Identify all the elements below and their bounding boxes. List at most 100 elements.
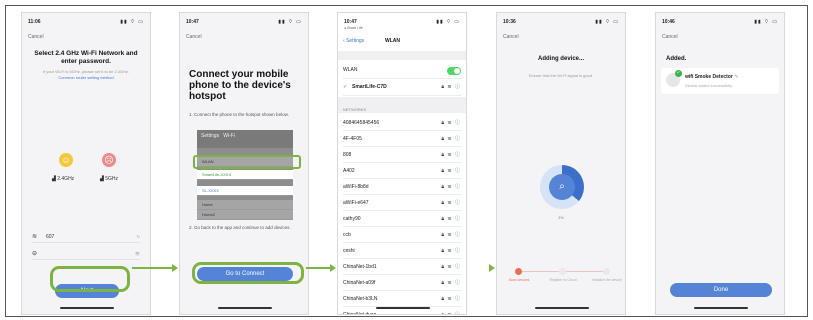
networks-header: NETWORKS (343, 107, 367, 112)
network-ssid: A402 (343, 168, 355, 174)
signal-wifi-battery-icon: ▮▮ ⌔ ▭ (754, 19, 778, 25)
phone-screen-added: 10:46 ▮▮ ⌔ ▭ Cancel Added. ✓ wifi Smoke D… (655, 12, 785, 315)
arrow-right-icon (132, 264, 178, 272)
cancel-button[interactable]: Cancel (28, 34, 44, 40)
network-row[interactable]: 4084645845456 🔒︎ ≋ ⓘ (343, 115, 461, 131)
group-spacer (338, 51, 466, 60)
network-row[interactable]: ChinaNet-a09f 🔒︎ ≋ ⓘ (343, 275, 461, 291)
shot-ssid-row: SmartLife-XXXX (197, 170, 293, 180)
password-field[interactable]: ⊖ 👁 (32, 248, 140, 260)
wlan-toggle[interactable] (447, 67, 461, 75)
band-ok-label: ▟ 2.4GHz (52, 176, 75, 182)
page-title: Adding device... (537, 56, 584, 62)
signal-wifi-battery-icon: ▮▮ ⌔ ▭ (595, 19, 619, 25)
lock-wifi-info-icon[interactable]: 🔒︎ ≋ ⓘ (441, 291, 461, 307)
lock-icon: ⊖ (32, 251, 38, 257)
home-indicator (694, 307, 748, 309)
check-circle-icon: ✓ (675, 70, 682, 77)
step-dot (559, 268, 566, 275)
edit-pencil-icon[interactable]: ✎ (734, 74, 738, 80)
network-row[interactable]: ccb 🔒︎ ≋ ⓘ (343, 227, 461, 243)
shot-header: Settings Wi-Fi (197, 130, 293, 148)
phone-screen-adding: 10:36 ▮▮ ⌔ ▭ Cancel Adding device... Ensu… (496, 12, 626, 315)
network-ssid: 4084645845456 (343, 120, 380, 126)
phone-screen-wlan-settings: 10:47 ▮▮ ⌔ ▭ ◂ Smart Life ‹ Settings WLAN … (337, 12, 467, 315)
network-ssid: ChinaNet-dyan (343, 312, 377, 315)
signal-wifi-battery-icon: ▮▮ ⌔ ▭ (278, 19, 302, 25)
page-subtitle: Ensure that the Wi-Fi signal is good. (528, 73, 594, 78)
network-row[interactable]: ceshi 🔒︎ ≋ ⓘ (343, 243, 461, 259)
network-ssid: cathy90 (343, 216, 361, 222)
done-button[interactable]: Done (670, 283, 772, 297)
subtitle-text: If your Wi-Fi is 5GHz, please set it to … (42, 69, 130, 74)
spacer (469, 264, 495, 272)
home-indicator (60, 307, 114, 309)
status-time: 10:47 (344, 19, 357, 25)
step-label: Scan devices (508, 278, 530, 282)
status-time: 10:36 (503, 19, 516, 25)
network-row[interactable]: ChinaNet-b3LN 🔒︎ ≋ ⓘ (343, 291, 461, 307)
device-card[interactable]: ✓ wifi Smoke Detector ✎ Device added suc… (661, 68, 779, 94)
step-dot-active (515, 268, 522, 275)
network-row[interactable]: 4F-4F05 🔒︎ ≋ ⓘ (343, 131, 461, 147)
back-label: Settings (346, 38, 365, 44)
page-title: Select 2.4 GHz Wi-Fi Network and enter p… (34, 50, 138, 65)
network-row[interactable]: cathy90 🔒︎ ≋ ⓘ (343, 211, 461, 227)
network-row[interactable]: A402 🔒︎ ≋ ⓘ (343, 163, 461, 179)
lock-wifi-info-icon[interactable]: 🔒︎ ≋ ⓘ (441, 211, 461, 227)
network-ssid: 808 (343, 152, 352, 158)
band-bad-text: 5GHz (105, 176, 119, 182)
step-one-text: 1. Connect the phone to the hotspot show… (189, 112, 289, 117)
next-highlight (50, 266, 130, 292)
lock-wifi-info-icon[interactable]: 🔒︎ ≋ ⓘ (441, 275, 461, 291)
home-indicator (535, 307, 589, 309)
hotspot-highlight (193, 155, 301, 169)
wlan-toggle-row[interactable]: WLAN (343, 62, 461, 79)
back-settings-button[interactable]: ‹ Settings (343, 38, 364, 44)
status-bar: 10:46 ▮▮ ⌔ ▭ (662, 19, 778, 27)
network-ssid: ChinaNet-b3LN (343, 296, 378, 302)
network-ssid: aWiFi-8b8d (343, 184, 369, 190)
lock-wifi-info-icon[interactable]: 🔒︎ ≋ ⓘ (441, 115, 461, 131)
lock-wifi-info-icon[interactable]: 🔒︎ ≋ ⓘ (441, 227, 461, 243)
network-row[interactable]: aWiFi-8b8d 🔒︎ ≋ ⓘ (343, 179, 461, 195)
status-back-app[interactable]: ◂ Smart Life (344, 26, 363, 30)
lock-wifi-info-icon[interactable]: 🔒︎ ≋ ⓘ (441, 243, 461, 259)
shot-title: Wi-Fi (223, 133, 235, 139)
signal-wifi-battery-icon: ▮▮ ⌔ ▭ (436, 19, 460, 25)
status-bar: 10:47 ▮▮ ⌔ ▭ (186, 19, 302, 27)
lock-wifi-info-icon[interactable]: 🔒︎ ≋ ⓘ (441, 195, 461, 211)
cancel-button[interactable]: Cancel (662, 34, 678, 40)
device-status: Device added successfully (685, 83, 733, 88)
cancel-button[interactable]: Cancel (503, 34, 519, 40)
lock-wifi-info-icon[interactable]: 🔒︎ ≋ ⓘ (441, 259, 461, 275)
step-label: Register to Cloud (549, 278, 577, 282)
network-row[interactable]: ChinaNet-1bd1 🔒︎ ≋ ⓘ (343, 259, 461, 275)
network-row[interactable]: 808 🔒︎ ≋ ⓘ (343, 147, 461, 163)
lock-wifi-info-icon[interactable]: 🔒︎ ≋ ⓘ (441, 163, 461, 179)
connected-ssid: SmartLife-C7D (352, 84, 387, 90)
network-row[interactable]: aWiFi-e647 🔒︎ ≋ ⓘ (343, 195, 461, 211)
connected-network-row[interactable]: ✓ SmartLife-C7D 🔒︎ ≋ ⓘ (343, 79, 461, 96)
lock-wifi-info-icon[interactable]: 🔒︎ ≋ ⓘ (441, 79, 461, 96)
network-ssid: 4F-4F05 (343, 136, 362, 142)
cancel-button[interactable]: Cancel (186, 34, 202, 40)
lock-wifi-info-icon[interactable]: 🔒︎ ≋ ⓘ (441, 179, 461, 195)
status-time: 11:06 (28, 19, 41, 25)
router-setting-link[interactable]: Common router setting method (58, 75, 113, 80)
go-highlight (192, 262, 304, 284)
added-heading: Added. (666, 56, 687, 62)
wifi-icon: ≋ (32, 234, 38, 240)
signal-wifi-battery-icon: ▮▮ ⌔ ▭ (120, 19, 144, 25)
network-ssid: ChinaNet-1bd1 (343, 264, 377, 270)
lock-wifi-info-icon[interactable]: 🔒︎ ≋ ⓘ (441, 147, 461, 163)
lock-wifi-info-icon[interactable]: 🔒︎ ≋ ⓘ (441, 307, 461, 314)
lock-wifi-info-icon[interactable]: 🔒︎ ≋ ⓘ (441, 131, 461, 147)
status-time: 10:46 (662, 19, 675, 25)
status-bar: 11:06 ▮▮ ⌔ ▭ (28, 19, 144, 27)
swap-network-icon[interactable]: ↻ (137, 234, 140, 239)
smile-face-icon: ☺ (59, 153, 73, 167)
checkmark-icon: ✓ (343, 84, 348, 90)
wifi-ssid-field[interactable]: ≋ 607 ↻ (32, 231, 140, 243)
show-password-icon[interactable]: 👁 (135, 251, 140, 256)
